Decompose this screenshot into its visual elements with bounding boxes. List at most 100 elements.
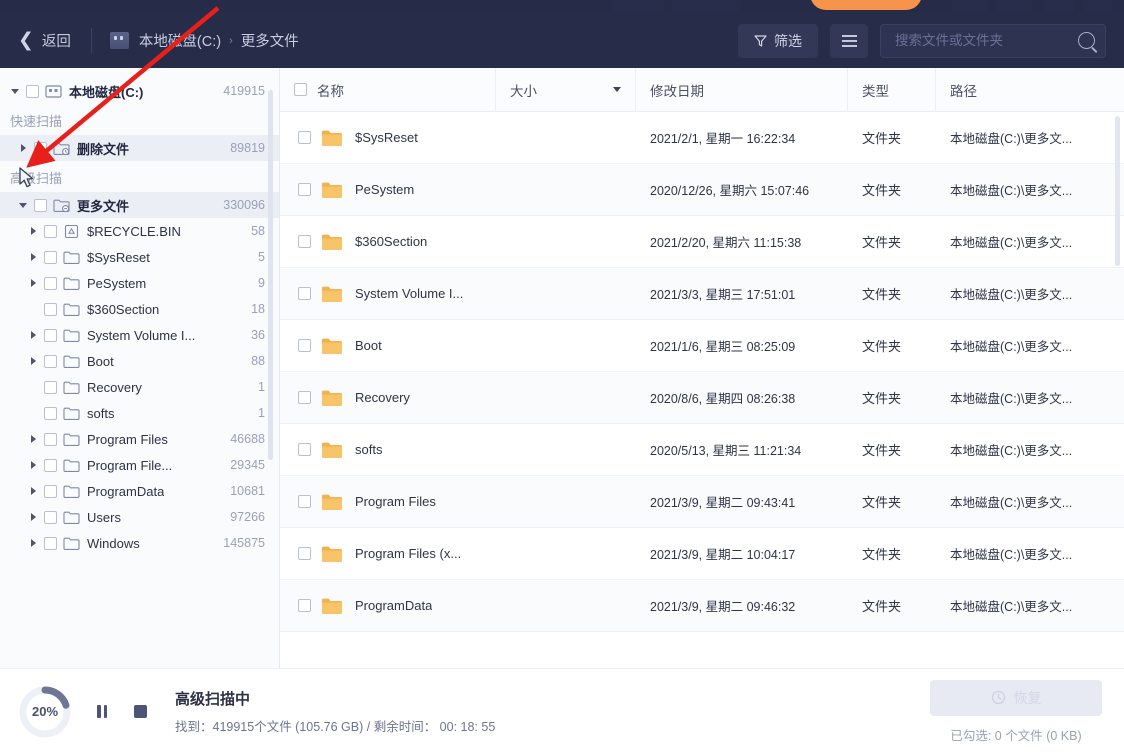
sidebar-item-program-files-x86[interactable]: Program File... 29345 bbox=[0, 452, 279, 478]
checkbox-system-volume-information[interactable] bbox=[44, 328, 57, 342]
sidebar-item-more-files[interactable]: 更多文件 330096 bbox=[0, 192, 279, 218]
table-row[interactable]: PeSystem 2020/12/26, 星期六 15:07:46 文件夹 本地磁盘(… bbox=[280, 164, 1124, 216]
column-header-label: 类型 bbox=[862, 83, 889, 99]
stop-button[interactable] bbox=[134, 705, 147, 718]
breadcrumb-item-more-files[interactable]: 更多文件 bbox=[241, 30, 299, 51]
expand-toggle-right-icon[interactable] bbox=[26, 357, 40, 365]
list-view-icon[interactable] bbox=[830, 23, 868, 58]
checkbox-360section[interactable] bbox=[44, 302, 57, 316]
checkbox-softs[interactable] bbox=[44, 406, 57, 420]
table-row[interactable]: ProgramData 2021/3/9, 星期二 09:46:32 文件夹 本地磁盘… bbox=[280, 580, 1124, 632]
breadcrumb-item-drive[interactable]: 本地磁盘(C:) bbox=[139, 30, 221, 51]
sidebar-item-sysreset[interactable]: $SysReset 5 bbox=[0, 244, 279, 270]
restore-button[interactable]: 恢复 bbox=[930, 679, 1102, 716]
checkbox-row[interactable] bbox=[298, 547, 311, 560]
expand-toggle-right-icon[interactable] bbox=[26, 539, 40, 547]
sidebar-item-local-disk-c[interactable]: 本地磁盘(C:) 419915 bbox=[0, 78, 279, 104]
checkbox-local-disk-c[interactable] bbox=[26, 84, 39, 98]
expand-toggle-right-icon[interactable] bbox=[26, 253, 40, 261]
sidebar-item-recovery[interactable]: Recovery 1 bbox=[0, 374, 279, 400]
expand-toggle-right-icon[interactable] bbox=[26, 331, 40, 339]
back-button[interactable]: ❮ 返回 bbox=[18, 30, 71, 51]
column-header-name[interactable]: 名称 bbox=[280, 68, 496, 112]
sidebar-item-pesystem[interactable]: PeSystem 9 bbox=[0, 270, 279, 296]
cell-type: 文件夹 bbox=[848, 284, 936, 303]
checkbox-program-files[interactable] bbox=[44, 432, 57, 446]
checkbox-row[interactable] bbox=[298, 131, 311, 144]
cell-name: PeSystem bbox=[280, 181, 496, 199]
checkbox-users[interactable] bbox=[44, 510, 57, 524]
column-header-type[interactable]: 类型 bbox=[848, 68, 936, 112]
breadcrumb: 本地磁盘(C:) › 更多文件 bbox=[139, 30, 299, 51]
checkbox-row[interactable] bbox=[298, 183, 311, 196]
pause-button[interactable] bbox=[92, 702, 112, 722]
sidebar-item-count: 9 bbox=[258, 276, 265, 290]
checkbox-row[interactable] bbox=[298, 235, 311, 248]
table-row[interactable]: Boot 2021/1/6, 星期三 08:25:09 文件夹 本地磁盘(C:)\更多… bbox=[280, 320, 1124, 372]
checkbox-recovery[interactable] bbox=[44, 380, 57, 394]
checkbox-more-files[interactable] bbox=[34, 198, 47, 212]
sidebar-item-recycle-bin[interactable]: $RECYCLE.BIN 58 bbox=[0, 218, 279, 244]
sidebar-item-deleted-files[interactable]: 删除文件 89819 bbox=[0, 135, 279, 161]
expand-toggle-right-icon[interactable] bbox=[26, 487, 40, 495]
sidebar-item-users[interactable]: Users 97266 bbox=[0, 504, 279, 530]
sidebar-item-boot[interactable]: Boot 88 bbox=[0, 348, 279, 374]
filter-button[interactable]: 筛选 bbox=[738, 23, 818, 58]
checkbox-row[interactable] bbox=[298, 495, 311, 508]
sidebar-item-windows[interactable]: Windows 145875 bbox=[0, 530, 279, 556]
selection-summary: 已勾选: 0 个文件 (0 KB) bbox=[950, 728, 1082, 743]
search-box[interactable] bbox=[880, 23, 1106, 58]
sidebar-tree-panel: 本地磁盘(C:) 419915 快速扫描 删除文件 89819 高级扫描 更多文… bbox=[0, 68, 280, 668]
column-header-path[interactable]: 路径 bbox=[936, 68, 1116, 112]
cell-type: 文件夹 bbox=[848, 440, 936, 459]
checkbox-row[interactable] bbox=[298, 391, 311, 404]
sidebar-item-360section[interactable]: $360Section 18 bbox=[0, 296, 279, 322]
checkbox-row[interactable] bbox=[298, 443, 311, 456]
sidebar-item-system-volume-information[interactable]: System Volume I... 36 bbox=[0, 322, 279, 348]
sidebar-item-programdata[interactable]: ProgramData 10681 bbox=[0, 478, 279, 504]
file-date-label: 2021/3/9, 星期二 10:04:17 bbox=[650, 548, 796, 562]
checkbox-row[interactable] bbox=[298, 339, 311, 352]
chevron-down-icon[interactable] bbox=[613, 87, 621, 92]
folder-icon bbox=[63, 536, 80, 551]
checkbox-select-all[interactable] bbox=[294, 83, 307, 96]
checkbox-row[interactable] bbox=[298, 287, 311, 300]
search-input[interactable] bbox=[895, 33, 1078, 48]
table-row[interactable]: softs 2020/5/13, 星期三 11:21:34 文件夹 本地磁盘(C:)\… bbox=[280, 424, 1124, 476]
sidebar-scrollbar[interactable] bbox=[268, 90, 273, 460]
table-row[interactable]: Recovery 2020/8/6, 星期四 08:26:38 文件夹 本地磁盘(C:… bbox=[280, 372, 1124, 424]
column-header-modified-date[interactable]: 修改日期 bbox=[636, 68, 848, 112]
expand-toggle-right-icon[interactable] bbox=[26, 279, 40, 287]
sidebar-item-label: 删除文件 bbox=[77, 141, 130, 157]
checkbox-deleted-files[interactable] bbox=[34, 141, 47, 155]
checkbox-sysreset[interactable] bbox=[44, 250, 57, 264]
checkbox-programdata[interactable] bbox=[44, 484, 57, 498]
expand-toggle-right-icon[interactable] bbox=[26, 227, 40, 235]
sidebar-item-program-files[interactable]: Program Files 46688 bbox=[0, 426, 279, 452]
expand-toggle-right-icon[interactable] bbox=[26, 513, 40, 521]
checkbox-pesystem[interactable] bbox=[44, 276, 57, 290]
table-row[interactable]: $360Section 2021/2/20, 星期六 11:15:38 文件夹 本地磁… bbox=[280, 216, 1124, 268]
table-scrollbar[interactable] bbox=[1115, 116, 1120, 266]
checkbox-recycle-bin[interactable] bbox=[44, 224, 57, 238]
column-header-size[interactable]: 大小 bbox=[496, 68, 636, 112]
expand-toggle-right-icon[interactable] bbox=[26, 435, 40, 443]
table-row[interactable]: $SysReset 2021/2/1, 星期一 16:22:34 文件夹 本地磁盘(C… bbox=[280, 112, 1124, 164]
checkbox-row[interactable] bbox=[298, 599, 311, 612]
expand-toggle-right-icon[interactable] bbox=[16, 144, 30, 152]
search-icon[interactable] bbox=[1078, 32, 1095, 49]
cell-path: 本地磁盘(C:)\更多文... bbox=[936, 440, 1116, 459]
table-row[interactable]: Program Files (x... 2021/3/9, 星期二 10:04:1… bbox=[280, 528, 1124, 580]
checkbox-program-files-x86[interactable] bbox=[44, 458, 57, 472]
sidebar-item-softs[interactable]: softs 1 bbox=[0, 400, 279, 426]
checkbox-windows[interactable] bbox=[44, 536, 57, 550]
primary-action-button-partial[interactable] bbox=[810, 0, 922, 10]
expand-toggle-down-icon[interactable] bbox=[16, 202, 30, 208]
table-row[interactable]: Program Files 2021/3/9, 星期二 09:43:41 文件夹 本地… bbox=[280, 476, 1124, 528]
checkbox-boot[interactable] bbox=[44, 354, 57, 368]
expand-toggle-right-icon[interactable] bbox=[26, 461, 40, 469]
cell-type: 文件夹 bbox=[848, 388, 936, 407]
folder-icon bbox=[321, 285, 343, 303]
expand-toggle-down-icon[interactable] bbox=[8, 88, 22, 94]
table-row[interactable]: System Volume I... 2021/3/3, 星期三 17:51:01… bbox=[280, 268, 1124, 320]
